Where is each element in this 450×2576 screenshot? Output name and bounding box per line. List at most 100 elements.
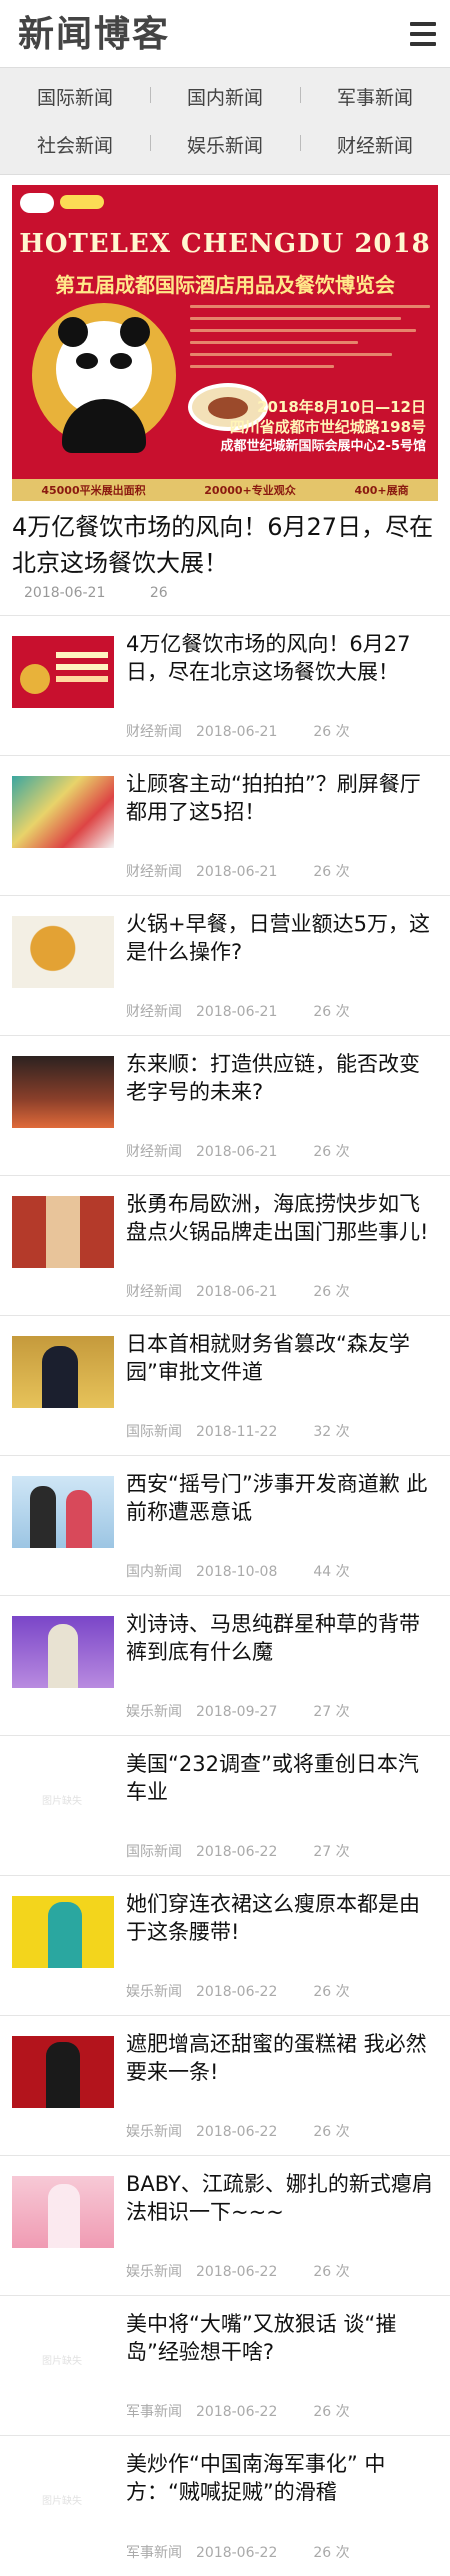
news-thumbnail[interactable] [12, 636, 114, 708]
news-title[interactable]: BABY、江疏影、娜扎的新式瘪肩法相识一下~~~ [126, 2170, 436, 2226]
featured-meta: 2018-06-21 26 [12, 585, 438, 601]
news-views: 26 次 [313, 724, 350, 740]
news-date: 2018-10-08 [196, 1564, 278, 1580]
news-thumbnail[interactable] [12, 1476, 114, 1548]
nav-item-military[interactable]: 军事新闻 [300, 83, 450, 110]
news-title[interactable]: 西安“摇号门”涉事开发商道歉 此前称遭恶意诋 [126, 1470, 436, 1526]
news-title[interactable]: 火锅+早餐，日营业额达5万，这是什么操作? [126, 910, 436, 966]
category-nav-row: 社会新闻 娱乐新闻 财经新闻 [0, 120, 450, 168]
news-thumbnail[interactable] [12, 1336, 114, 1408]
placeholder-text: 图片缺失 [42, 2496, 82, 2507]
nav-item-society[interactable]: 社会新闻 [0, 131, 150, 158]
nav-item-finance[interactable]: 财经新闻 [300, 131, 450, 158]
news-title[interactable]: 张勇布局欧洲，海底捞快步如飞 盘点火锅品牌走出国门那些事儿! [126, 1190, 436, 1246]
banner-stat: 400+展商 [354, 484, 409, 497]
banner-sponsor-logos [20, 193, 430, 215]
news-item[interactable]: BABY、江疏影、娜扎的新式瘪肩法相识一下~~~ 娱乐新闻 2018-06-22 2… [0, 2156, 450, 2296]
site-logo[interactable]: 新闻博客 [18, 12, 170, 56]
news-title[interactable]: 刘诗诗、马思纯群星种草的背带裤到底有什么魔 [126, 1610, 436, 1666]
news-thumbnail[interactable] [12, 2176, 114, 2248]
featured-title[interactable]: 4万亿餐饮市场的风向！6月27日，尽在北京这场餐饮大展！ [12, 509, 438, 581]
news-title[interactable]: 她们穿连衣裙这么瘦原本都是由于这条腰带! [126, 1890, 436, 1946]
news-category: 国际新闻 [126, 1424, 182, 1440]
news-views: 32 次 [313, 1424, 350, 1440]
news-title[interactable]: 美炒作“中国南海军事化” 中方：“贼喊捉贼”的滑稽 [126, 2450, 436, 2506]
menu-bar [410, 22, 436, 26]
news-thumbnail-placeholder[interactable]: 图片缺失 [12, 1756, 114, 1828]
banner-stat: 45000平米展出面积 [41, 484, 146, 497]
news-title[interactable]: 4万亿餐饮市场的风向！6月27日，尽在北京这场餐饮大展！ [126, 630, 436, 686]
news-thumbnail[interactable] [12, 1616, 114, 1688]
featured-article: HOTELEX CHENGDU 2018 第五届成都国际酒店用品及餐饮博览会 2… [0, 175, 450, 616]
news-meta: 娱乐新闻 2018-09-27 27 次 [126, 1701, 350, 1721]
nav-item-entertainment[interactable]: 娱乐新闻 [150, 131, 300, 158]
news-item[interactable]: 火锅+早餐，日营业额达5万，这是什么操作? 财经新闻 2018-06-21 26 次 [0, 896, 450, 1036]
news-meta: 财经新闻 2018-06-21 26 次 [126, 721, 350, 741]
news-category: 财经新闻 [126, 724, 182, 740]
news-meta: 军事新闻 2018-06-22 26 次 [126, 2542, 350, 2562]
news-list: 4万亿餐饮市场的风向！6月27日，尽在北京这场餐饮大展！ 财经新闻 2018-06… [0, 616, 450, 2576]
news-title[interactable]: 遮肥增高还甜蜜的蛋糕裙 我必然要来一条! [126, 2030, 436, 2086]
news-category: 财经新闻 [126, 1144, 182, 1160]
news-item[interactable]: 日本首相就财务省篡改“森友学园”审批文件道 国际新闻 2018-11-22 32 次 [0, 1316, 450, 1456]
hamburger-menu-icon[interactable] [410, 22, 436, 46]
news-item[interactable]: 张勇布局欧洲，海底捞快步如飞 盘点火锅品牌走出国门那些事儿! 财经新闻 2018-… [0, 1176, 450, 1316]
banner-small-print [190, 305, 430, 377]
news-item[interactable]: 图片缺失 美国“232调查”或将重创日本汽车业 国际新闻 2018-06-22 27… [0, 1736, 450, 1876]
news-item[interactable]: 让顾客主动“拍拍拍”？刷屏餐厅都用了这5招！ 财经新闻 2018-06-21 26 … [0, 756, 450, 896]
news-views: 44 次 [313, 1564, 350, 1580]
news-meta: 娱乐新闻 2018-06-22 26 次 [126, 2121, 350, 2141]
news-title[interactable]: 让顾客主动“拍拍拍”？刷屏餐厅都用了这5招！ [126, 770, 436, 826]
news-item[interactable]: 她们穿连衣裙这么瘦原本都是由于这条腰带! 娱乐新闻 2018-06-22 26 次 [0, 1876, 450, 2016]
news-item[interactable]: 遮肥增高还甜蜜的蛋糕裙 我必然要来一条! 娱乐新闻 2018-06-22 26 次 [0, 2016, 450, 2156]
banner-title: HOTELEX CHENGDU 2018 [19, 229, 431, 259]
news-category: 国内新闻 [126, 1564, 182, 1580]
menu-bar [410, 42, 436, 46]
news-item[interactable]: 图片缺失 美炒作“中国南海军事化” 中方：“贼喊捉贼”的滑稽 军事新闻 2018-… [0, 2436, 450, 2576]
nav-item-international[interactable]: 国际新闻 [0, 83, 150, 110]
news-item[interactable]: 刘诗诗、马思纯群星种草的背带裤到底有什么魔 娱乐新闻 2018-09-27 27 次 [0, 1596, 450, 1736]
news-views: 26 次 [313, 2264, 350, 2280]
news-thumbnail[interactable] [12, 1896, 114, 1968]
news-item[interactable]: 西安“摇号门”涉事开发商道歉 此前称遭恶意诋 国内新闻 2018-10-08 44 … [0, 1456, 450, 1596]
news-meta: 财经新闻 2018-06-21 26 次 [126, 1001, 350, 1021]
news-item[interactable]: 图片缺失 美中将“大嘴”又放狠话 谈“摧岛”经验想干啥? 军事新闻 2018-06… [0, 2296, 450, 2436]
news-views: 26 次 [313, 1144, 350, 1160]
news-thumbnail[interactable] [12, 2036, 114, 2108]
news-meta: 国际新闻 2018-06-22 27 次 [126, 1841, 350, 1861]
news-meta: 国内新闻 2018-10-08 44 次 [126, 1561, 350, 1581]
news-thumbnail-placeholder[interactable]: 图片缺失 [12, 2456, 114, 2528]
news-item[interactable]: 东来顺：打造供应链，能否改变老字号的未来? 财经新闻 2018-06-21 26 次 [0, 1036, 450, 1176]
news-thumbnail[interactable] [12, 1196, 114, 1268]
news-meta: 娱乐新闻 2018-06-22 26 次 [126, 1981, 350, 2001]
news-views: 26 次 [313, 2545, 350, 2561]
nav-item-domestic[interactable]: 国内新闻 [150, 83, 300, 110]
news-date: 2018-06-22 [196, 2404, 278, 2420]
placeholder-text: 图片缺失 [42, 2356, 82, 2367]
news-title[interactable]: 日本首相就财务省篡改“森友学园”审批文件道 [126, 1330, 436, 1386]
news-thumbnail[interactable] [12, 1056, 114, 1128]
news-title[interactable]: 东来顺：打造供应链，能否改变老字号的未来? [126, 1050, 436, 1106]
banner-footer: 45000平米展出面积 20000+专业观众 400+展商 [12, 479, 438, 501]
featured-views: 26 [149, 585, 168, 601]
news-date: 2018-06-21 [196, 1004, 278, 1020]
news-date: 2018-06-22 [196, 1984, 278, 2000]
news-views: 26 次 [313, 2124, 350, 2140]
news-item[interactable]: 4万亿餐饮市场的风向！6月27日，尽在北京这场餐饮大展！ 财经新闻 2018-06… [0, 616, 450, 756]
news-date: 2018-06-22 [196, 2124, 278, 2140]
news-thumbnail-placeholder[interactable]: 图片缺失 [12, 2316, 114, 2388]
news-meta: 财经新闻 2018-06-21 26 次 [126, 861, 350, 881]
news-title[interactable]: 美国“232调查”或将重创日本汽车业 [126, 1750, 436, 1806]
news-category: 娱乐新闻 [126, 2124, 182, 2140]
news-date: 2018-06-21 [196, 864, 278, 880]
news-category: 娱乐新闻 [126, 1984, 182, 2000]
news-meta: 娱乐新闻 2018-06-22 26 次 [126, 2261, 350, 2281]
featured-banner-image[interactable]: HOTELEX CHENGDU 2018 第五届成都国际酒店用品及餐饮博览会 2… [12, 185, 438, 501]
news-date: 2018-06-22 [196, 2264, 278, 2280]
news-category: 财经新闻 [126, 864, 182, 880]
news-meta: 财经新闻 2018-06-21 26 次 [126, 1281, 350, 1301]
news-title[interactable]: 美中将“大嘴”又放狠话 谈“摧岛”经验想干啥? [126, 2310, 436, 2366]
news-thumbnail[interactable] [12, 916, 114, 988]
banner-venue-hall: 成都世纪城新国际会展中心2-5号馆 [220, 439, 427, 454]
news-thumbnail[interactable] [12, 776, 114, 848]
